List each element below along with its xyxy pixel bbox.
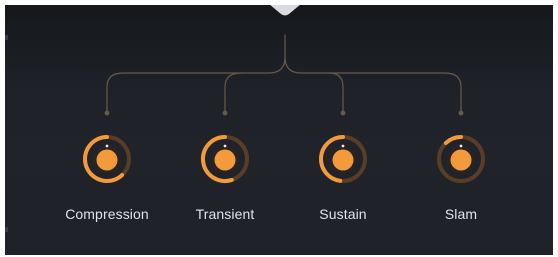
tree-branch-transient	[224, 72, 242, 112]
slam-knob-dial	[437, 135, 485, 183]
transient-knob-dial	[200, 135, 249, 183]
transient-knob-pointer	[223, 144, 227, 148]
sustain-knob-dial	[318, 135, 367, 183]
slam-label: Slam	[444, 206, 478, 222]
sustain-knob-pointer	[341, 144, 345, 148]
tree-trunk	[106, 34, 286, 112]
node-dot-transient	[222, 110, 228, 116]
sustain-knob[interactable]	[315, 131, 371, 187]
sustain-knob-cap	[332, 149, 354, 171]
node-dot-slam	[458, 110, 464, 116]
transient-knob-cap	[214, 149, 236, 171]
slam-knob-cap	[450, 149, 472, 171]
compression-knob-cap	[96, 149, 118, 171]
slam-knob-pointer	[459, 144, 463, 148]
macro-panel: Compression Transient Sustain Slam	[5, 5, 553, 255]
slam-knob[interactable]	[433, 131, 489, 187]
transient-knob[interactable]	[197, 131, 253, 187]
compression-knob[interactable]	[79, 131, 135, 187]
slam-knob-value-arc	[443, 135, 463, 145]
node-dot-compression	[104, 110, 110, 116]
tree-branch-right	[284, 56, 462, 112]
tree-branch-sustain	[328, 72, 344, 112]
compression-knob-dial	[83, 135, 131, 183]
node-dot-sustain	[340, 110, 346, 116]
compression-knob-pointer	[105, 144, 109, 148]
